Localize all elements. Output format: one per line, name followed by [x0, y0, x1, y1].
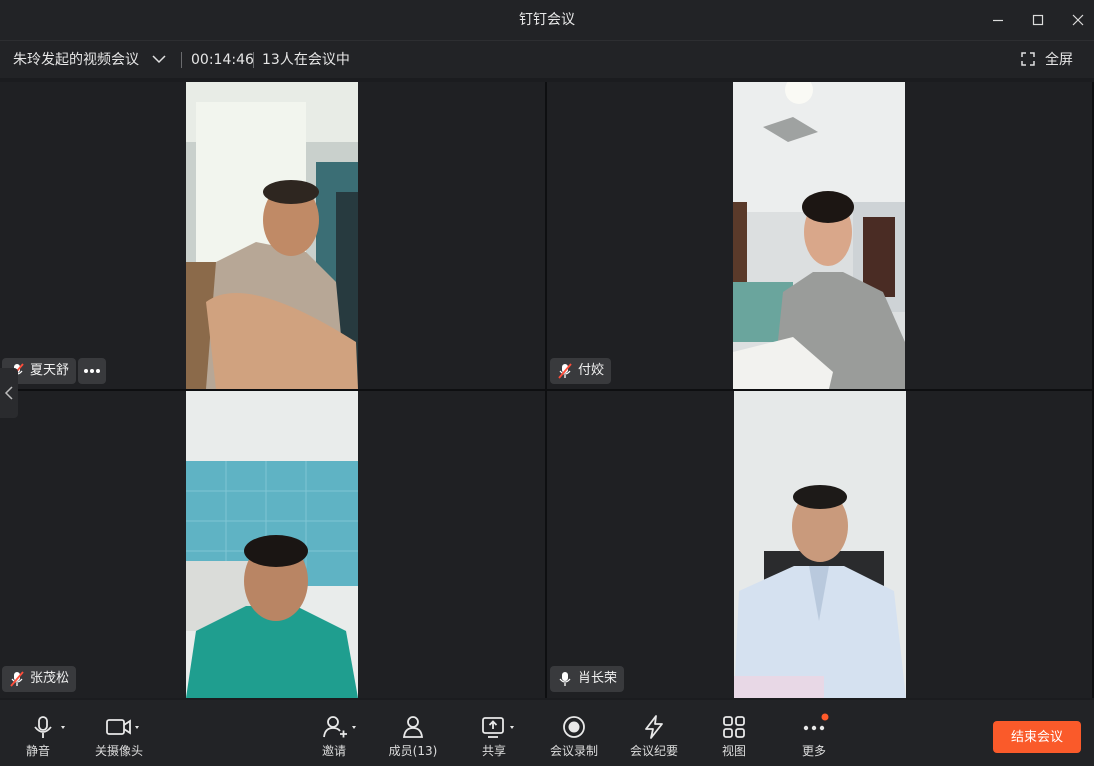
more-dots-icon	[803, 713, 829, 731]
chevron-left-icon	[4, 386, 13, 400]
members-button[interactable]: 成员(13)	[385, 700, 441, 766]
invite-label: 邀请	[321, 744, 346, 758]
video-grid: 夏天舒 付姣 张茂松 肖长荣	[0, 82, 1094, 698]
minutes-button[interactable]: 会议纪要	[628, 700, 680, 766]
mic-icon	[559, 672, 571, 686]
meeting-name: 朱玲发起的视频会议	[13, 52, 139, 68]
record-button[interactable]: 会议录制	[548, 700, 600, 766]
participant-name: 肖长荣	[578, 671, 618, 686]
video-tile[interactable]: 夏天舒	[0, 82, 545, 389]
participant-more-button[interactable]	[78, 358, 106, 384]
maximize-button[interactable]	[1028, 10, 1048, 30]
participant-name: 夏天舒	[30, 363, 70, 378]
participant-name-tag: 肖长荣	[550, 666, 625, 692]
add-person-icon	[323, 716, 356, 738]
video-frame	[186, 82, 358, 389]
video-frame	[733, 82, 905, 389]
camera-off-button[interactable]: 关摄像头	[90, 700, 148, 766]
more-button[interactable]: 更多	[796, 700, 832, 766]
end-meeting-button[interactable]: 结束会议	[993, 721, 1081, 753]
invite-button[interactable]: 邀请	[314, 700, 356, 766]
view-label: 视图	[721, 744, 746, 758]
meeting-toolbar: 静音 关摄像头 邀请 成员(13) 共享 会议录制 会议纪要 视图 更多	[0, 700, 1094, 766]
mic-muted-icon	[558, 363, 572, 379]
minutes-label: 会议纪要	[629, 744, 678, 758]
record-icon	[563, 716, 585, 738]
mic-muted-icon	[10, 671, 24, 687]
participant-name: 付姣	[578, 363, 605, 378]
camera-icon	[106, 719, 139, 735]
close-icon	[1072, 14, 1084, 26]
video-tile[interactable]: 肖长荣	[547, 391, 1092, 698]
video-tile[interactable]: 付姣	[547, 82, 1092, 389]
chevron-down-icon	[152, 55, 166, 64]
mute-button[interactable]: 静音	[20, 700, 68, 766]
title-bar: 钉钉会议	[0, 0, 1094, 40]
fullscreen-icon	[1021, 52, 1035, 66]
participant-video	[186, 82, 358, 389]
divider	[181, 52, 182, 68]
participants-status: 13人在会议中	[262, 52, 350, 68]
fullscreen-button[interactable]: 全屏	[1021, 41, 1073, 79]
participant-name: 张茂松	[30, 671, 70, 686]
video-frame	[734, 391, 906, 698]
share-button[interactable]: 共享	[474, 700, 514, 766]
record-label: 会议录制	[549, 744, 598, 758]
divider	[253, 52, 254, 68]
microphone-icon	[34, 716, 65, 738]
camera-off-label: 关摄像头	[94, 744, 143, 758]
minimize-icon	[993, 19, 1003, 22]
previous-page-button[interactable]	[0, 368, 18, 418]
meeting-duration: 00:14:46	[191, 52, 254, 68]
participant-name-tag: 付姣	[550, 358, 612, 384]
lightning-icon	[645, 715, 663, 739]
more-label: 更多	[801, 744, 826, 758]
fullscreen-label: 全屏	[1045, 52, 1073, 68]
maximize-icon	[1032, 14, 1044, 26]
mute-label: 静音	[25, 744, 50, 758]
video-frame	[186, 391, 358, 698]
participant-video	[734, 391, 906, 698]
minimize-button[interactable]	[988, 10, 1008, 30]
participant-video	[733, 82, 905, 389]
members-icon	[402, 716, 424, 738]
video-tile[interactable]: 张茂松	[0, 391, 545, 698]
window-title: 钉钉会议	[519, 12, 575, 28]
members-label: 成员(13)	[388, 744, 438, 758]
grid-view-icon	[723, 716, 745, 738]
notification-dot	[821, 713, 829, 721]
share-screen-icon	[482, 717, 514, 738]
participant-video	[186, 391, 358, 698]
share-label: 共享	[481, 744, 506, 758]
meeting-name-dropdown[interactable]: 朱玲发起的视频会议	[13, 41, 167, 79]
participant-name-tag: 张茂松	[2, 666, 77, 692]
meeting-info-bar: 朱玲发起的视频会议 00:14:46 13人在会议中 全屏	[0, 40, 1094, 78]
more-dots-icon	[84, 369, 100, 373]
view-button[interactable]: 视图	[716, 700, 752, 766]
close-button[interactable]	[1068, 10, 1088, 30]
